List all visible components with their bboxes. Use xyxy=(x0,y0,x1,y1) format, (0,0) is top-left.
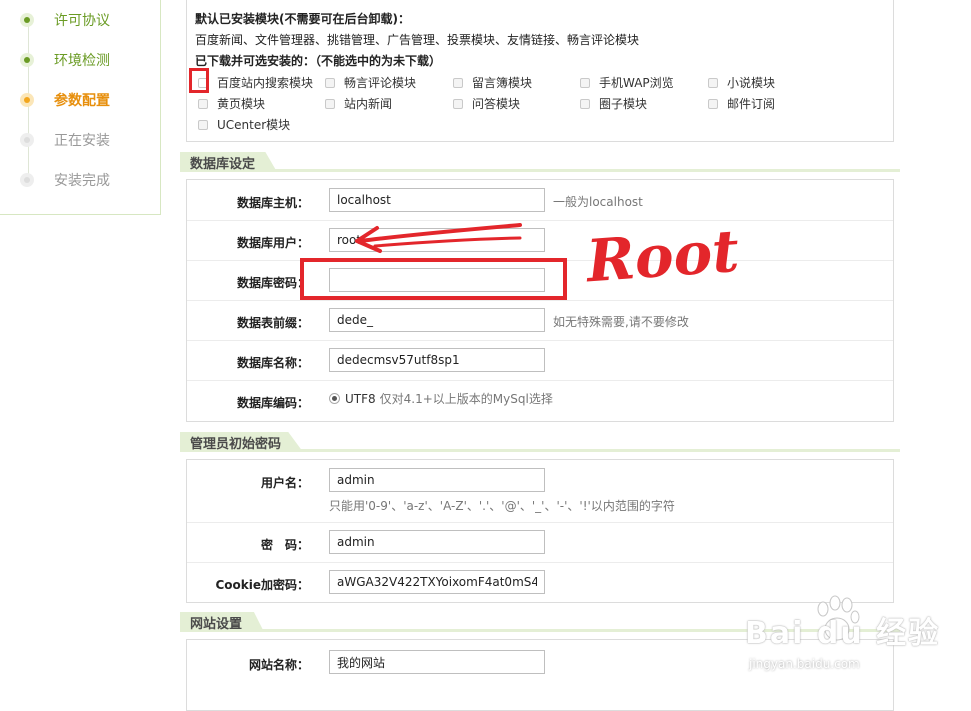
root-annotation-text: Root xyxy=(582,217,741,294)
section-title: 数据库设定 xyxy=(180,152,278,172)
field-label: 数据库密码： xyxy=(236,276,309,290)
admin-password-row: 密 码： xyxy=(187,522,893,563)
step-params: 参数配置 xyxy=(20,90,110,110)
checkbox-highlight-annotation xyxy=(189,68,209,93)
watermark-url: jingyan.baidu.com xyxy=(749,657,860,671)
checkbox-icon[interactable] xyxy=(580,77,590,88)
step-env-check: 环境检测 xyxy=(20,50,110,70)
checkbox-icon[interactable] xyxy=(453,77,463,88)
step-label: 安装完成 xyxy=(54,173,110,189)
db-name-input[interactable] xyxy=(329,348,545,372)
checkbox-icon[interactable] xyxy=(325,77,335,88)
module-guestbook-checkbox[interactable]: 留言簿模块 xyxy=(453,74,532,91)
optional-modules-title: 已下载并可选安装的：（不能选中的为未下载） xyxy=(195,54,442,68)
db-section-header: 数据库设定 xyxy=(180,152,900,172)
step-label: 许可协议 xyxy=(54,13,110,29)
baidu-watermark: Bai du 经验 jingyan.baidu.com xyxy=(745,595,965,695)
field-label: 数据库用户： xyxy=(236,236,309,250)
field-label: 网站名称： xyxy=(248,658,309,672)
field-label: 数据表前缀： xyxy=(236,316,309,330)
default-modules-title: 默认已安装模块(不需要可在后台卸载)： xyxy=(195,12,410,26)
module-circle-checkbox[interactable]: 圈子模块 xyxy=(580,95,647,112)
db-prefix-input[interactable] xyxy=(329,308,545,332)
module-qa-checkbox[interactable]: 问答模块 xyxy=(453,95,520,112)
admin-user-input[interactable] xyxy=(329,468,545,492)
checkbox-icon[interactable] xyxy=(325,98,335,109)
watermark-text: Bai du 经验 xyxy=(745,616,941,651)
checkbox-icon[interactable] xyxy=(453,98,463,109)
step-dot-icon xyxy=(20,13,34,27)
install-steps: 许可协议 环境检测 参数配置 正在安装 安装完成 xyxy=(0,0,161,215)
field-label: 用户名： xyxy=(260,476,309,490)
admin-password-input[interactable] xyxy=(329,530,545,554)
module-wap-checkbox[interactable]: 手机WAP浏览 xyxy=(580,74,674,91)
module-novel-checkbox[interactable]: 小说模块 xyxy=(708,74,775,91)
admin-user-row: 用户名： 只能用'0-9'、'a-z'、'A-Z'、'.'、'@'、'_'、'-… xyxy=(187,460,893,523)
admin-form: 用户名： 只能用'0-9'、'a-z'、'A-Z'、'.'、'@'、'_'、'-… xyxy=(186,459,894,603)
step-label: 环境检测 xyxy=(54,53,110,69)
field-label: 数据库编码： xyxy=(236,396,309,410)
default-modules-list: 百度新闻、文件管理器、挑错管理、广告管理、投票模块、友情链接、畅言评论模块 xyxy=(195,33,640,47)
step-dot-icon xyxy=(20,173,34,187)
module-baidu-search-checkbox[interactable]: 百度站内搜索模块 xyxy=(198,74,313,91)
module-yellowpage-checkbox[interactable]: 黄页模块 xyxy=(198,95,265,112)
site-name-input[interactable] xyxy=(329,650,545,674)
admin-section-header: 管理员初始密码 xyxy=(180,432,900,452)
checkbox-icon[interactable] xyxy=(198,98,208,109)
db-charset-row: 数据库编码： UTF8 仅对4.1+以上版本的MySql选择 xyxy=(187,380,893,420)
module-site-news-checkbox[interactable]: 站内新闻 xyxy=(325,95,392,112)
field-label: Cookie加密码： xyxy=(215,578,309,592)
step-complete: 安装完成 xyxy=(20,170,110,190)
field-hint: 如无特殊需要,请不要修改 xyxy=(553,315,689,329)
field-label: 数据库名称： xyxy=(236,356,309,370)
modules-panel: 默认已安装模块(不需要可在后台卸载)： 百度新闻、文件管理器、挑错管理、广告管理… xyxy=(186,0,894,142)
step-dot-icon xyxy=(20,133,34,147)
checkbox-icon[interactable] xyxy=(580,98,590,109)
step-license: 许可协议 xyxy=(20,10,110,30)
arrow-annotation: Root xyxy=(355,217,741,294)
module-mail-checkbox[interactable]: 邮件订阅 xyxy=(708,95,775,112)
step-label: 参数配置 xyxy=(54,93,110,109)
field-label: 数据库主机： xyxy=(236,196,309,210)
module-changyan-checkbox[interactable]: 畅言评论模块 xyxy=(325,74,416,91)
field-hint: 只能用'0-9'、'a-z'、'A-Z'、'.'、'@'、'_'、'-'、'!'… xyxy=(329,499,675,513)
field-hint: 一般为localhost xyxy=(553,195,643,209)
step-installing: 正在安装 xyxy=(20,130,110,150)
checkbox-icon[interactable] xyxy=(198,119,208,130)
section-title: 管理员初始密码 xyxy=(180,432,304,452)
step-label: 正在安装 xyxy=(54,133,110,149)
step-dot-icon xyxy=(20,53,34,67)
db-host-input[interactable] xyxy=(329,188,545,212)
radio-icon[interactable] xyxy=(329,393,340,404)
field-hint: 仅对4.1+以上版本的MySql选择 xyxy=(379,392,553,406)
charset-utf8-radio[interactable]: UTF8 仅对4.1+以上版本的MySql选择 xyxy=(329,390,553,407)
module-ucenter-checkbox[interactable]: UCenter模块 xyxy=(198,116,290,133)
db-name-row: 数据库名称： xyxy=(187,340,893,381)
field-label: 密 码： xyxy=(260,538,309,552)
checkbox-icon[interactable] xyxy=(708,77,718,88)
step-dot-icon xyxy=(20,93,34,107)
cookie-key-input[interactable] xyxy=(329,570,545,594)
db-prefix-row: 数据表前缀： 如无特殊需要,请不要修改 xyxy=(187,300,893,341)
section-title: 网站设置 xyxy=(180,612,265,632)
checkbox-icon[interactable] xyxy=(708,98,718,109)
